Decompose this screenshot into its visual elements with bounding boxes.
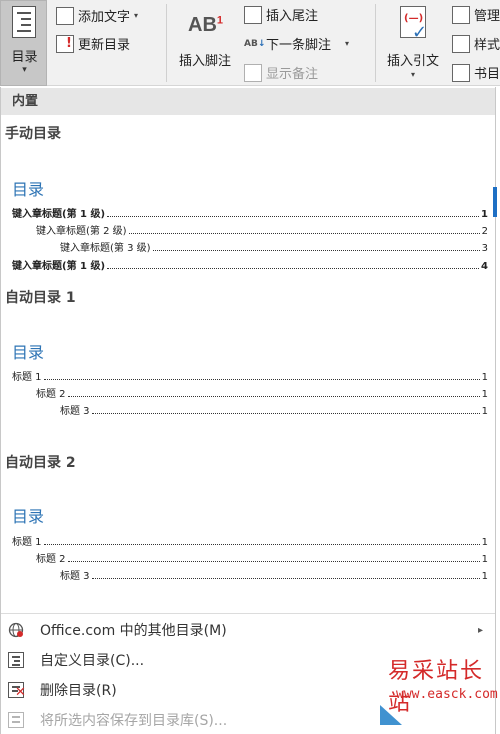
insert-citation-label: 插入引文	[386, 54, 439, 69]
toc-dropdown-panel: 内置 手动目录 目录 键入章标题(第 1 级) 1 键入章标题(第 2 级) 2 键…	[0, 87, 497, 734]
insert-footnote-button[interactable]: AB1 插入脚注	[174, 4, 236, 82]
toc-heading: 目录	[12, 507, 45, 526]
next-footnote-icon: AB↓	[244, 38, 266, 49]
bibliography-icon	[452, 63, 470, 82]
gallery-title: 手动目录	[5, 126, 61, 142]
insert-endnote-button[interactable]: 插入尾注	[244, 5, 318, 24]
toc-line: 键入章标题(第 1 级) 1	[12, 209, 488, 220]
scrollbar-indicator[interactable]	[493, 187, 497, 217]
gallery-item-manual-toc[interactable]: 手动目录 目录 键入章标题(第 1 级) 1 键入章标题(第 2 级) 2 键入章标…	[1, 117, 495, 277]
watermark-title: 易采站长站	[388, 659, 485, 716]
bibliography-button[interactable]: 书目	[452, 63, 500, 82]
insert-citation-button[interactable]: (—) ✓ 插入引文 ▾	[382, 4, 444, 82]
next-footnote-label: 下一条脚注	[266, 38, 332, 53]
ribbon-separator	[375, 4, 376, 82]
chevron-down-icon: ▾	[22, 65, 27, 75]
menu-item-label: Office.com 中的其他目录(M)	[40, 623, 227, 639]
update-toc-label: 更新目录	[78, 38, 131, 53]
gallery-title: 自动目录 2	[5, 455, 76, 471]
bibliography-label: 书目	[474, 67, 500, 82]
toc-heading: 目录	[12, 180, 45, 199]
checkmark-icon: ✓	[412, 22, 428, 43]
style-icon	[452, 34, 470, 53]
table-of-contents-button[interactable]: 目录 ▾	[0, 0, 47, 86]
menu-item-label: 自定义目录(C)...	[40, 653, 145, 669]
delete-document-icon: ✕	[8, 682, 26, 699]
toc-line: 键入章标题(第 2 级) 2	[36, 226, 488, 237]
footnote-icon: AB1	[188, 14, 224, 36]
gallery-title: 自动目录 1	[5, 290, 76, 306]
toc-line: 标题 21	[36, 554, 488, 565]
show-notes-icon	[244, 63, 262, 82]
office-globe-icon	[8, 622, 24, 638]
watermark: 易采站长站 www.easck.com	[380, 645, 500, 734]
gallery-item-auto-toc-2[interactable]: 自动目录 2 目录 标题 11 标题 21 标题 31	[1, 447, 495, 607]
submenu-arrow-icon: ▸	[477, 624, 483, 636]
update-toc-button[interactable]: ! 更新目录	[56, 34, 130, 53]
chevron-down-icon: ▾	[345, 39, 350, 48]
manage-label: 管理	[474, 9, 500, 24]
toc-button-label: 目录	[11, 50, 38, 65]
menu-item-label: 删除目录(R)	[40, 683, 117, 699]
toc-line: 标题 31	[60, 571, 488, 582]
insert-footnote-label: 插入脚注	[178, 54, 231, 69]
document-icon	[8, 652, 24, 668]
menu-item-office-more-toc[interactable]: Office.com 中的其他目录(M) ▸	[1, 616, 495, 644]
manage-sources-button[interactable]: 管理	[452, 5, 500, 24]
add-text-icon	[56, 6, 74, 25]
toc-line: 标题 11	[12, 372, 488, 383]
toc-line: 标题 31	[60, 406, 488, 417]
chevron-down-icon: ▾	[410, 70, 415, 79]
menu-item-label: 将所选内容保存到目录库(S)...	[40, 713, 228, 729]
style-select[interactable]: 样式	[452, 34, 500, 53]
menu-divider	[1, 613, 495, 614]
section-header-builtin: 内置	[1, 88, 495, 115]
manage-sources-icon	[452, 5, 470, 24]
add-text-label: 添加文字	[78, 10, 131, 25]
show-notes-label: 显示备注	[266, 67, 319, 82]
save-to-gallery-icon	[8, 712, 24, 728]
watermark-url: www.easck.com	[396, 687, 498, 702]
style-label: 样式	[474, 38, 500, 53]
update-table-icon: !	[56, 34, 74, 53]
add-text-button[interactable]: 添加文字 ▾	[56, 6, 138, 25]
gallery-item-auto-toc-1[interactable]: 自动目录 1 目录 标题 11 标题 21 标题 31	[1, 282, 495, 442]
toc-line: 键入章标题(第 1 级) 4	[12, 261, 488, 272]
chevron-down-icon: ▾	[134, 11, 139, 20]
toc-line: 标题 11	[12, 537, 488, 548]
insert-endnote-label: 插入尾注	[266, 9, 319, 24]
references-ribbon: 目录 ▾ 添加文字 ▾ ! 更新目录 AB1 插入脚注 插入尾注 AB↓ 下一条…	[0, 0, 500, 86]
ribbon-separator	[166, 4, 167, 82]
table-of-contents-icon	[12, 6, 36, 38]
show-notes-button[interactable]: 显示备注	[244, 63, 318, 82]
endnote-icon	[244, 5, 262, 24]
toc-heading: 目录	[12, 343, 45, 362]
toc-line: 标题 21	[36, 389, 488, 400]
toc-line: 键入章标题(第 3 级) 3	[60, 243, 488, 254]
next-footnote-button[interactable]: AB↓ 下一条脚注 ▾	[244, 34, 349, 53]
